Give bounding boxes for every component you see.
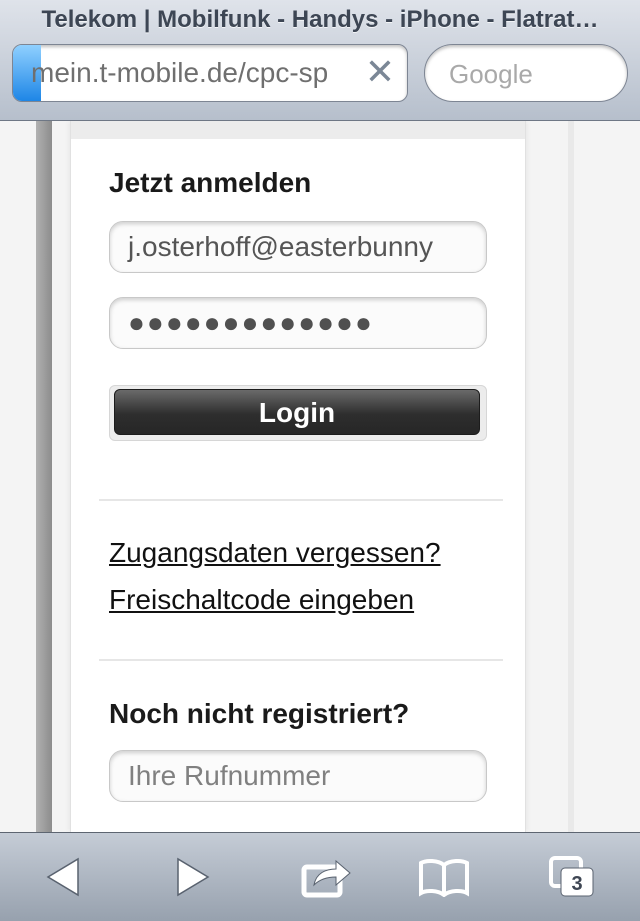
tabs-icon: 3: [549, 856, 594, 897]
search-field[interactable]: Google: [424, 44, 628, 102]
web-content: Jetzt anmelden j.osterhoff@easterbunny ●…: [0, 121, 640, 832]
browser-top-bar: Telekom | Mobilfunk - Handys - iPhone - …: [0, 0, 640, 121]
search-placeholder: Google: [449, 59, 533, 89]
tabs-button[interactable]: 3: [542, 847, 602, 907]
login-panel: Jetzt anmelden j.osterhoff@easterbunny ●…: [70, 121, 526, 832]
right-border: [568, 121, 574, 832]
login-button[interactable]: Login: [114, 389, 480, 435]
activation-code-link[interactable]: Freischaltcode eingeben: [109, 584, 414, 616]
email-field[interactable]: j.osterhoff@easterbunny: [109, 221, 487, 273]
bookmarks-button[interactable]: [414, 847, 474, 907]
page-title: Telekom | Mobilfunk - Handys - iPhone - …: [41, 6, 599, 33]
forward-button[interactable]: [162, 847, 222, 907]
panel-header-strip: [71, 121, 525, 139]
back-icon: [46, 857, 79, 897]
forward-icon: [177, 857, 210, 897]
browser-toolbar: 3: [0, 832, 640, 921]
phone-number-field[interactable]: Ihre Rufnummer: [109, 750, 487, 802]
forgot-credentials-link[interactable]: Zugangsdaten vergessen?: [109, 537, 441, 569]
left-scroll-bar: [36, 121, 52, 832]
tab-count: 3: [571, 873, 582, 895]
register-heading: Noch nicht registriert?: [109, 698, 410, 729]
share-icon: [301, 859, 351, 898]
share-button[interactable]: [296, 847, 356, 907]
login-button-frame: Login: [109, 385, 487, 441]
divider: [99, 499, 503, 501]
bookmarks-icon: [419, 858, 469, 897]
url-text[interactable]: mein.t-mobile.de/cpc-sp: [31, 57, 357, 89]
password-field[interactable]: ●●●●●●●●●●●●●: [109, 297, 487, 349]
divider: [99, 659, 503, 661]
login-heading: Jetzt anmelden: [109, 167, 312, 198]
clear-icon[interactable]: ✕: [365, 52, 395, 92]
address-bar[interactable]: mein.t-mobile.de/cpc-sp ✕: [12, 44, 408, 102]
back-button[interactable]: [34, 847, 94, 907]
